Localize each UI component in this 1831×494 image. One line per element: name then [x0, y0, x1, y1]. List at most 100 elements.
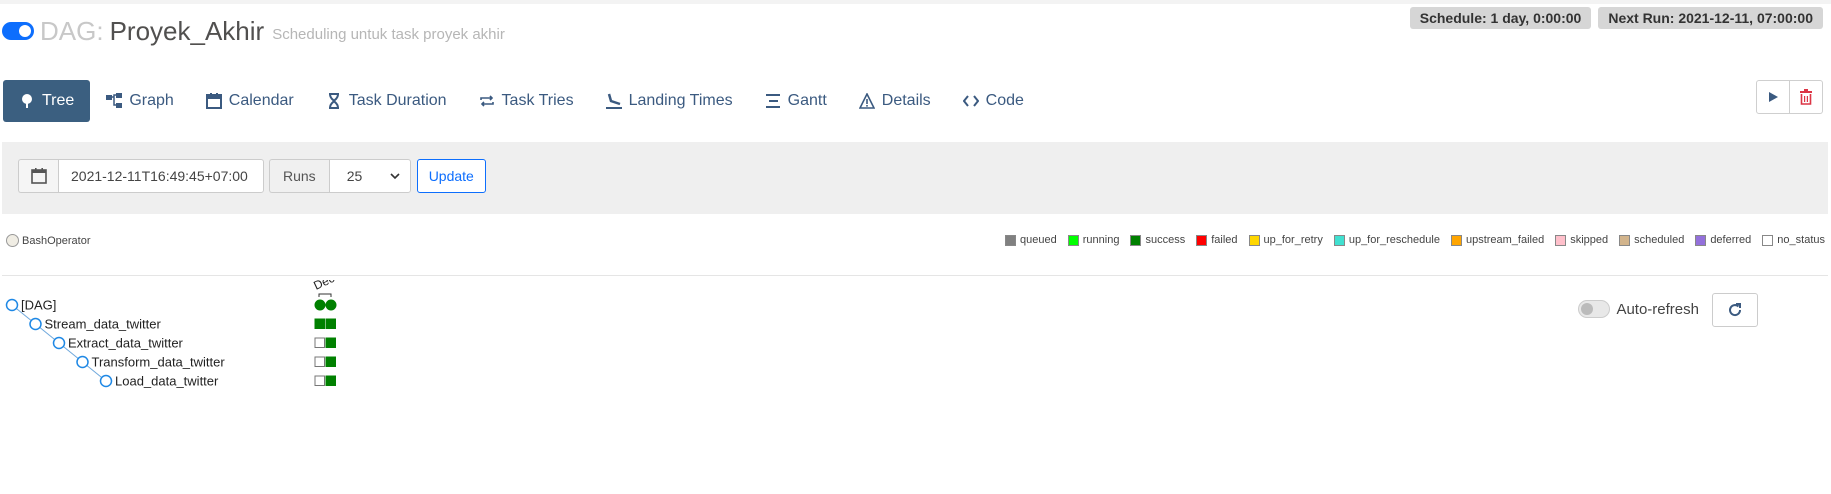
tree-node-toggle[interactable]: [76, 355, 89, 369]
tab-label: Calendar: [228, 92, 294, 109]
plane-landing-icon: [605, 93, 622, 109]
tab-landing-times[interactable]: Landing Times: [590, 80, 749, 122]
base-date-form: Runs 25 Update: [18, 159, 486, 193]
tab-label: Code: [985, 92, 1024, 109]
task-label[interactable]: Extract_data_twitter: [68, 336, 184, 351]
legend-label: queued: [1020, 234, 1057, 246]
run-bracket: [318, 293, 332, 297]
repeat-icon: [479, 93, 495, 109]
dag-id-title: Proyek_Akhir: [109, 15, 265, 46]
tree-node-toggle[interactable]: [5, 298, 19, 312]
legend-swatch: [1248, 234, 1260, 246]
dag-title-row: DAG: Proyek_Akhir Scheduling untuk task …: [2, 14, 505, 48]
legend-swatch: [1130, 234, 1142, 246]
task-instance-no-status[interactable]: [314, 337, 325, 348]
legend-swatch: [1005, 234, 1017, 246]
legend-item-skipped[interactable]: skipped: [1555, 234, 1608, 246]
hourglass-icon: [326, 93, 342, 109]
legend-item-up-for-retry[interactable]: up_for_retry: [1248, 234, 1323, 246]
tab-label: Details: [881, 92, 931, 109]
legend-item-upstream-failed[interactable]: upstream_failed: [1450, 234, 1545, 246]
tree-toolbar: Runs 25 Update: [2, 142, 1828, 214]
legend-label: upstream_failed: [1465, 234, 1545, 246]
tab-task-duration[interactable]: Task Duration: [310, 80, 463, 122]
tab-code[interactable]: Code: [947, 80, 1040, 122]
task-label[interactable]: [DAG]: [21, 298, 56, 313]
task-instance-success[interactable]: [325, 375, 336, 386]
tab-label: Landing Times: [628, 92, 733, 109]
tab-label: Tree: [42, 92, 75, 109]
task-instance-success[interactable]: [325, 337, 336, 348]
datepicker-button[interactable]: [18, 159, 58, 193]
task-label[interactable]: Transform_data_twitter: [92, 355, 226, 370]
task-instance-success[interactable]: [325, 299, 337, 311]
legend-label: up_for_reschedule: [1348, 234, 1440, 246]
operator-legend-label: BashOperator: [22, 234, 91, 247]
refresh-button[interactable]: [1712, 293, 1758, 327]
task-instance-success[interactable]: [325, 356, 336, 367]
warning-triangle-icon: [858, 93, 875, 109]
legend-swatch: [1695, 234, 1707, 246]
state-legend: queued running success failed up_for_retry up…: [994, 234, 1825, 246]
legend-item-success[interactable]: success: [1130, 234, 1185, 246]
tree-view: Dec 10, 07:00 [DAG] Stream_data_twitter Ex…: [5, 280, 385, 389]
legend-swatch: [1450, 234, 1462, 246]
delete-dag-button[interactable]: [1790, 80, 1823, 114]
legend-item-queued[interactable]: queued: [1005, 234, 1057, 246]
view-tabs: Tree Graph Calendar Task Duration Task T…: [3, 80, 1040, 122]
operator-color-dot: [6, 234, 19, 247]
legend-label: failed: [1211, 234, 1238, 246]
tab-calendar[interactable]: Calendar: [190, 80, 310, 122]
task-label[interactable]: Stream_data_twitter: [45, 317, 162, 332]
tab-label: Graph: [129, 92, 174, 109]
operator-legend: BashOperator: [6, 234, 90, 247]
tree-node-toggle[interactable]: [99, 374, 113, 388]
tree-icon: [19, 93, 35, 109]
task-instance-success[interactable]: [325, 318, 336, 329]
calendar-icon: [30, 168, 47, 184]
legend-item-no-status[interactable]: no_status: [1762, 234, 1825, 246]
legend-label: running: [1082, 234, 1120, 246]
task-instance-success[interactable]: [314, 318, 325, 329]
legend-item-running[interactable]: running: [1067, 234, 1120, 246]
legend-item-scheduled[interactable]: scheduled: [1619, 234, 1684, 246]
tab-graph[interactable]: Graph: [90, 80, 189, 122]
code-icon: [962, 93, 979, 109]
legend-swatch: [1555, 234, 1567, 246]
tab-task-tries[interactable]: Task Tries: [463, 80, 590, 122]
tab-label: Task Duration: [348, 92, 447, 109]
task-label[interactable]: Load_data_twitter: [115, 374, 219, 389]
tree-node-toggle[interactable]: [52, 336, 66, 350]
runs-select[interactable]: 25: [328, 159, 411, 193]
tab-tree[interactable]: Tree: [3, 80, 91, 122]
divider: [2, 275, 1828, 276]
dag-actions: [1756, 80, 1823, 114]
legend-swatch: [1762, 234, 1774, 246]
legend-item-deferred[interactable]: deferred: [1695, 234, 1751, 246]
tab-gantt[interactable]: Gantt: [749, 80, 843, 122]
dag-description: Scheduling untuk task proyek akhir: [272, 25, 505, 43]
legend-swatch: [1619, 234, 1631, 246]
tab-details[interactable]: Details: [843, 80, 947, 122]
trigger-dag-button[interactable]: [1756, 80, 1790, 114]
task-instance-success[interactable]: [314, 299, 326, 311]
trash-icon: [1800, 89, 1812, 105]
task-instance-no-status[interactable]: [314, 375, 325, 386]
run-date-label: Dec 10, 07:00: [311, 280, 385, 293]
next-run-badge: Next Run: 2021-12-11, 07:00:00: [1598, 7, 1823, 29]
legend-swatch: [1067, 234, 1079, 246]
legend-label: skipped: [1570, 234, 1609, 246]
update-button[interactable]: Update: [416, 159, 486, 193]
base-date-input[interactable]: [58, 159, 264, 193]
task-instance-no-status[interactable]: [314, 356, 325, 367]
legend-item-up-for-reschedule[interactable]: up_for_reschedule: [1333, 234, 1440, 246]
chevron-down-icon: [390, 173, 400, 180]
legend-label: scheduled: [1634, 234, 1685, 246]
tree-node-toggle[interactable]: [29, 317, 42, 331]
legend-item-failed[interactable]: failed: [1196, 234, 1238, 246]
legend-swatch: [1333, 234, 1345, 246]
auto-refresh-switch[interactable]: [1578, 300, 1611, 318]
dag-pause-toggle[interactable]: [2, 22, 34, 40]
auto-refresh-control: Auto-refresh: [1578, 300, 1699, 318]
legend-label: deferred: [1710, 234, 1752, 246]
